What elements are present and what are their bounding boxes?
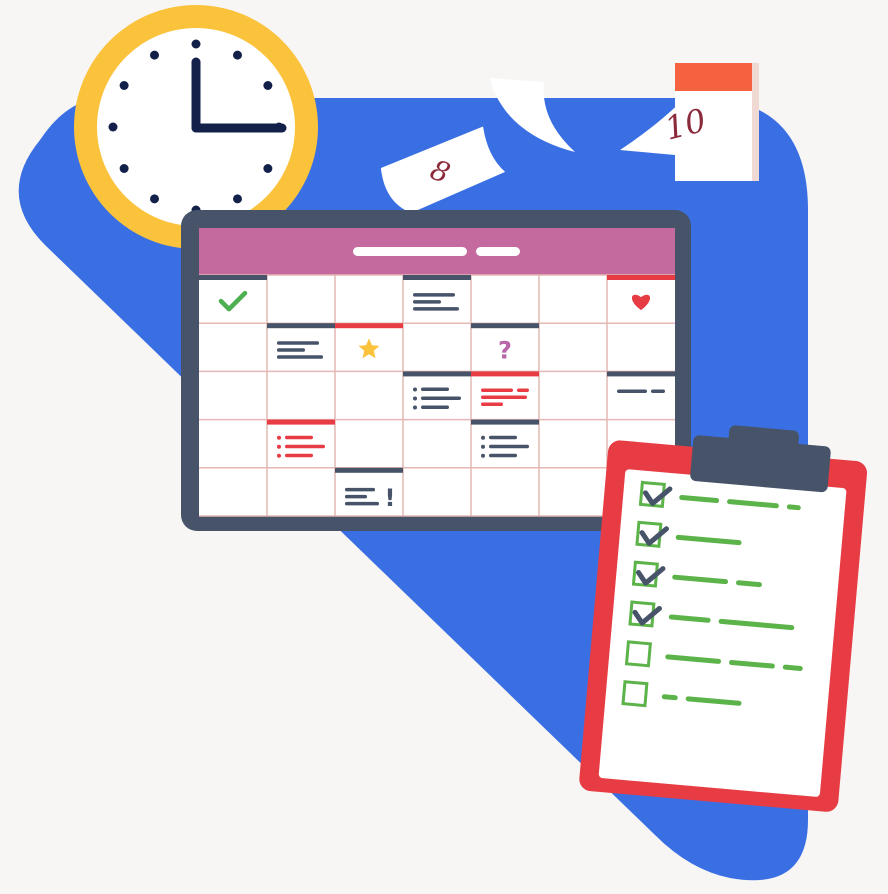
text-line	[285, 453, 313, 458]
text-line	[277, 341, 319, 345]
bullet-dot	[277, 444, 281, 449]
exclamation-icon: !	[385, 484, 396, 512]
clock-tick	[233, 194, 242, 204]
clock-tick	[119, 164, 129, 173]
question-icon: ?	[498, 336, 512, 364]
cell-top-bar	[607, 275, 675, 280]
text-line	[277, 348, 305, 352]
bullet-dot	[481, 444, 485, 449]
cell-top-bar	[267, 323, 335, 329]
clock-tick	[191, 39, 201, 49]
text-line	[489, 444, 529, 449]
cell-top-bar	[403, 275, 471, 280]
calendar-subtitle-bar	[476, 247, 520, 256]
text-line	[285, 435, 313, 440]
text-line	[517, 388, 529, 392]
bullet-dot	[413, 405, 417, 410]
cell-top-bar	[199, 275, 267, 280]
clock-tick	[150, 194, 159, 204]
text-line	[489, 453, 517, 458]
text-line	[421, 387, 449, 391]
text-line	[277, 355, 323, 359]
text-line	[345, 487, 375, 492]
cell-top-bar	[403, 371, 471, 377]
clock-tick	[108, 122, 118, 132]
text-line	[345, 494, 367, 499]
cell-top-bar	[471, 371, 539, 377]
text-line	[651, 389, 665, 393]
text-line	[481, 402, 503, 406]
cell-top-bar	[471, 323, 539, 329]
text-line	[413, 307, 459, 311]
text-line	[489, 435, 517, 440]
clock-tick	[233, 50, 242, 60]
text-line	[345, 501, 379, 506]
bullet-dot	[277, 435, 281, 440]
clock-tick	[263, 81, 273, 90]
calendar-title-bar	[353, 247, 467, 256]
text-line	[421, 405, 449, 409]
text-line	[413, 300, 441, 304]
bullet-dot	[481, 453, 485, 458]
clipboard-paper	[598, 469, 847, 797]
cell-top-bar	[335, 467, 403, 473]
cell-top-bar	[267, 419, 335, 425]
bullet-dot	[413, 387, 417, 392]
clock-tick	[263, 164, 273, 173]
clock-tick	[150, 50, 159, 60]
bullet-dot	[481, 435, 485, 440]
bullet-dot	[277, 453, 281, 458]
text-line	[481, 395, 527, 399]
text-line	[285, 444, 325, 449]
cell-top-bar	[471, 419, 539, 425]
clock-tick	[119, 81, 129, 90]
bullet-dot	[413, 396, 417, 401]
text-line	[421, 396, 461, 400]
cell-top-bar	[607, 371, 675, 377]
clipboard	[579, 425, 868, 812]
text-line	[617, 389, 647, 393]
text-line	[413, 293, 455, 297]
illustration: 8 1 10 ?!	[0, 0, 888, 894]
text-line	[481, 388, 513, 392]
scene-svg: 8 1 10 ?!	[18, 5, 868, 881]
cell-top-bar	[335, 323, 403, 329]
